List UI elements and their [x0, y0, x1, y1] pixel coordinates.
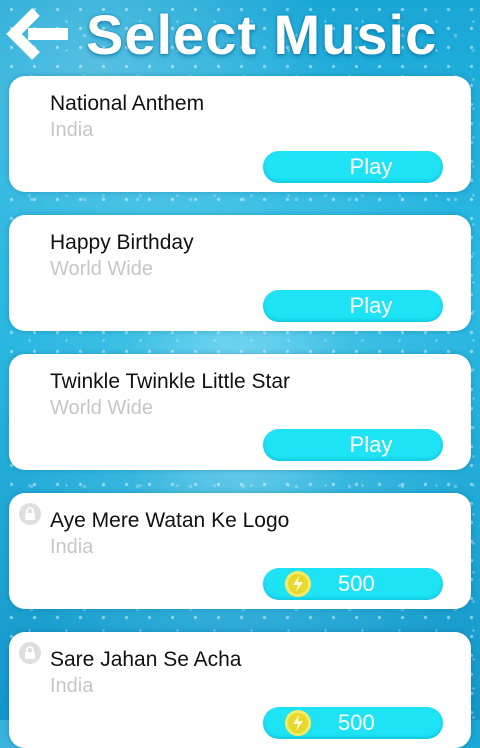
price-amount: 500: [338, 710, 375, 735]
play-button-label: Play: [349, 154, 393, 179]
price-amount: 500: [338, 571, 375, 596]
play-button[interactable]: Play: [263, 151, 443, 183]
coin-icon: [285, 571, 311, 597]
lock-icon: [19, 642, 41, 664]
lock-icon: [19, 503, 41, 525]
song-card-locked: Aye Mere Watan Ke Logo India 500: [9, 493, 471, 609]
song-name: Happy Birthday: [50, 231, 194, 254]
song-card: National Anthem India Play: [9, 76, 471, 192]
song-name: Sare Jahan Se Acha: [50, 648, 242, 671]
buy-button[interactable]: 500: [263, 707, 443, 739]
play-button[interactable]: Play: [263, 290, 443, 322]
song-region: India: [50, 536, 94, 558]
song-region: World Wide: [50, 397, 153, 419]
play-button[interactable]: Play: [263, 429, 443, 461]
song-name: National Anthem: [50, 92, 205, 115]
song-name: Twinkle Twinkle Little Star: [50, 370, 291, 393]
song-card: Twinkle Twinkle Little Star World Wide P…: [9, 354, 471, 470]
song-card-locked: Sare Jahan Se Acha India 500: [9, 632, 471, 748]
song-card: Happy Birthday World Wide Play: [9, 215, 471, 331]
buy-button[interactable]: 500: [263, 568, 443, 600]
play-button-label: Play: [349, 293, 393, 318]
song-name: Aye Mere Watan Ke Logo: [50, 509, 290, 532]
song-region: India: [50, 675, 94, 697]
song-region: World Wide: [50, 258, 153, 280]
coin-icon: [285, 710, 311, 736]
song-list: National Anthem India Play Happy Birthda…: [0, 0, 480, 748]
play-button-label: Play: [349, 432, 393, 457]
song-region: India: [50, 119, 94, 141]
